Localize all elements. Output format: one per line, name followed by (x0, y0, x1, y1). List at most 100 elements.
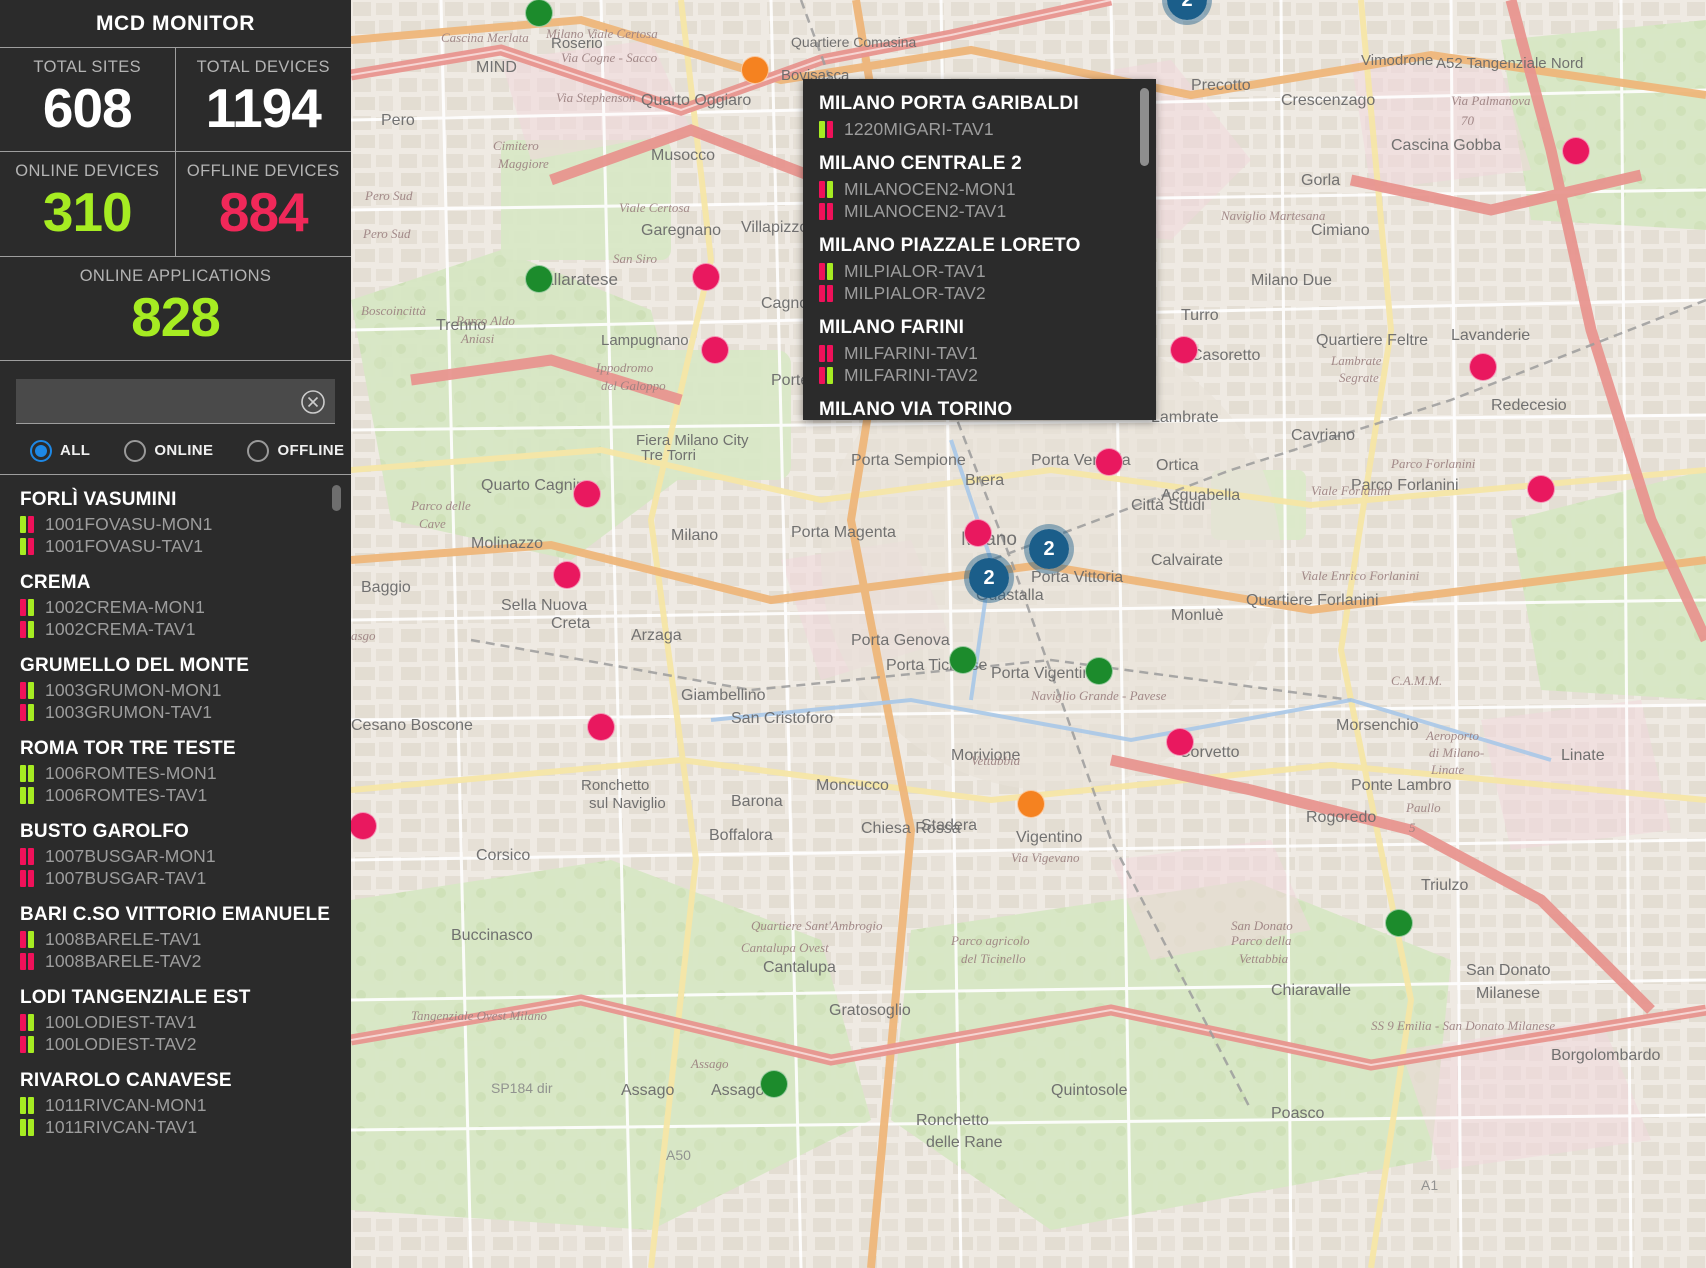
svg-text:Milanese: Milanese (1476, 985, 1540, 1002)
map-marker-pink[interactable] (1170, 336, 1198, 364)
map-marker-pink[interactable] (1166, 728, 1194, 756)
svg-text:Quartiere Sant'Ambrogio: Quartiere Sant'Ambrogio (751, 918, 883, 933)
map-marker-pink[interactable] (1469, 353, 1497, 381)
kpi-offline-devices-label: OFFLINE DEVICES (186, 162, 340, 181)
device-label: 1001FOVASU-MON1 (45, 514, 213, 535)
svg-text:Via Palmanova: Via Palmanova (1451, 93, 1531, 108)
device-row[interactable]: 1001FOVASU-MON1 (20, 514, 341, 536)
device-row[interactable]: 1001FOVASU-TAV1 (20, 536, 341, 558)
device-row[interactable]: 1003GRUMON-TAV1 (20, 702, 341, 724)
status-bar-offline (20, 1014, 26, 1032)
svg-text:Tre Torri: Tre Torri (641, 447, 696, 464)
svg-text:Lambrate: Lambrate (1151, 409, 1219, 426)
map-marker-green[interactable] (760, 1070, 788, 1098)
device-status-bars-icon (819, 344, 835, 362)
map-marker-green[interactable] (949, 646, 977, 674)
site-group-name: MILANO VIA TORINO (819, 399, 1013, 420)
map-marker-pink[interactable] (573, 480, 601, 508)
radio-offline[interactable]: OFFLINE (247, 439, 344, 462)
map-marker-green[interactable] (525, 0, 553, 27)
site-list-scrollbar[interactable] (332, 484, 341, 511)
circle-x-icon[interactable] (299, 388, 327, 416)
device-row[interactable]: 1011RIVCAN-MON1 (20, 1095, 341, 1117)
status-bar-offline (819, 366, 825, 384)
status-bar-online (827, 262, 833, 280)
device-row[interactable]: 1008BARELE-TAV1 (20, 929, 341, 951)
site-group-name: MILANO FARINI (819, 317, 965, 338)
svg-text:Buccinasco: Buccinasco (451, 927, 533, 944)
map-marker-pink[interactable] (701, 336, 729, 364)
svg-text:del Galoppo: del Galoppo (601, 378, 666, 393)
device-row[interactable]: 1006ROMTES-TAV1 (20, 785, 341, 807)
device-row[interactable]: MILFARINI-TAV1 (819, 342, 1142, 364)
map-marker-pink[interactable] (1095, 448, 1123, 476)
device-label: 1001FOVASU-TAV1 (45, 536, 204, 557)
map-marker-orange[interactable] (741, 56, 769, 84)
map-marker-green[interactable] (1085, 657, 1113, 685)
svg-text:SS 9 Emilia - San Donato Milan: SS 9 Emilia - San Donato Milanese (1371, 1018, 1555, 1033)
status-bar-online (28, 1014, 34, 1032)
device-row[interactable]: 100LODIEST-TAV1 (20, 1012, 341, 1034)
map-marker-pink[interactable] (964, 519, 992, 547)
device-row[interactable]: MILANOCEN2-MON1 (819, 178, 1142, 200)
device-row[interactable]: 1008BARELE-TAV2 (20, 951, 341, 973)
svg-text:MIND: MIND (476, 59, 517, 76)
device-row[interactable]: 1002CREMA-TAV1 (20, 619, 341, 641)
device-row[interactable]: 100LODIEST-TAV2 (20, 1034, 341, 1056)
device-row[interactable]: 1011RIVCAN-TAV1 (20, 1117, 341, 1139)
device-row[interactable]: MILPIALOR-TAV1 (819, 260, 1142, 282)
svg-text:Casoretto: Casoretto (1191, 347, 1260, 364)
svg-text:Cantalupa Ovest: Cantalupa Ovest (741, 940, 829, 955)
svg-text:Pero: Pero (381, 112, 415, 129)
map-marker-pink[interactable] (692, 263, 720, 291)
device-row[interactable]: 1007BUSGAR-MON1 (20, 846, 341, 868)
status-bar-online (28, 704, 34, 722)
map-marker-pink[interactable] (1527, 475, 1555, 503)
device-row[interactable]: MILANOCEN2-TAV1 (819, 200, 1142, 222)
site-details-popup[interactable]: MILANO PORTA GARIBALDI 1220MIGARI-TAV1 MIL… (803, 79, 1156, 420)
svg-text:Ronchetto: Ronchetto (916, 1112, 989, 1129)
svg-text:Stadera: Stadera (921, 817, 977, 834)
kpi-online-applications-value: 828 (131, 285, 221, 348)
svg-text:Vettabbia: Vettabbia (971, 753, 1021, 768)
device-row[interactable]: MILPIALOR-TAV2 (819, 282, 1142, 304)
map-marker-green[interactable] (525, 265, 553, 293)
device-row[interactable]: 1002CREMA-MON1 (20, 597, 341, 619)
site-group: MILANO CENTRALE 2 MILANOCEN2-MON1 MILANOCE… (819, 153, 1142, 222)
device-row[interactable]: 1003GRUMON-MON1 (20, 680, 341, 702)
svg-text:Via Cogne - Sacco: Via Cogne - Sacco (561, 50, 658, 65)
device-status-bars-icon (819, 262, 835, 280)
svg-text:Parco delle: Parco delle (410, 498, 471, 513)
device-row[interactable]: MILFARINI-TAV2 (819, 364, 1142, 386)
svg-text:Monluè: Monluè (1171, 607, 1224, 624)
site-group-name: MILANO PORTA GARIBALDI (819, 93, 1079, 114)
radio-online[interactable]: ONLINE (124, 439, 213, 462)
svg-text:Cavriano: Cavriano (1291, 427, 1355, 444)
map-marker-pink[interactable] (587, 713, 615, 741)
map-cluster-marker[interactable]: 2 (1024, 524, 1074, 574)
device-row[interactable]: 1220MIGARI-TAV1 (819, 118, 1142, 140)
device-row[interactable]: 1006ROMTES-MON1 (20, 763, 341, 785)
map-viewport[interactable]: MIND Roserio Pero Quarto Oggiaro Bovisas… (351, 0, 1706, 1268)
map-marker-green[interactable] (1385, 909, 1413, 937)
map-marker-orange[interactable] (1017, 790, 1045, 818)
popup-scrollbar[interactable] (1140, 88, 1149, 166)
svg-text:delle Rane: delle Rane (926, 1134, 1003, 1151)
device-label: 1006ROMTES-TAV1 (45, 785, 208, 806)
search-input[interactable] (16, 378, 335, 424)
map-marker-pink[interactable] (1562, 137, 1590, 165)
map-marker-pink[interactable] (553, 561, 581, 589)
svg-text:Linate: Linate (1561, 747, 1605, 764)
svg-text:Precotto: Precotto (1191, 77, 1251, 94)
status-bar-online (20, 787, 26, 805)
device-status-bars-icon (20, 1014, 36, 1032)
site-list[interactable]: FORLÌ VASUMINI 1001FOVASU-MON1 1001FOVASU-… (0, 475, 351, 1268)
svg-text:di Milano-: di Milano- (1429, 745, 1484, 760)
status-bar-online (28, 787, 34, 805)
site-group: MILANO VIA TORINO (819, 399, 1142, 420)
map-cluster-marker[interactable]: 2 (964, 553, 1014, 603)
device-label: 1220MIGARI-TAV1 (844, 118, 994, 139)
device-row[interactable]: 1007BUSGAR-TAV1 (20, 868, 341, 890)
radio-all[interactable]: ALL (30, 439, 90, 462)
svg-text:Cascina Merlata: Cascina Merlata (441, 30, 529, 45)
